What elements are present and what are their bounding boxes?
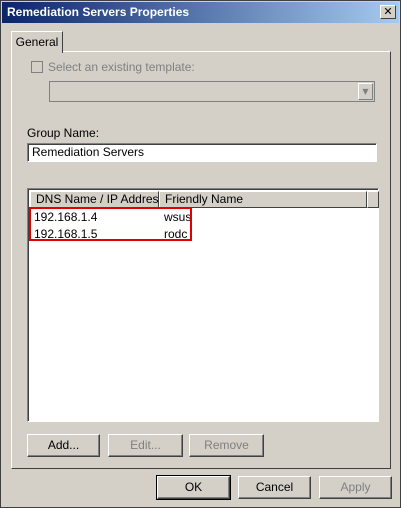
template-checkbox[interactable] <box>31 61 43 73</box>
properties-dialog: Remediation Servers Properties ✕ General… <box>0 0 401 508</box>
template-dropdown[interactable]: ▼ <box>49 81 375 102</box>
tab-general-label: General <box>15 35 59 49</box>
list-header: DNS Name / IP Address Friendly Name <box>30 191 379 208</box>
ok-button[interactable]: OK <box>156 475 231 500</box>
add-button[interactable]: Add... <box>27 434 100 457</box>
remove-button[interactable]: Remove <box>189 434 264 457</box>
column-header-friendly-name[interactable]: Friendly Name <box>159 191 367 208</box>
edit-button[interactable]: Edit... <box>108 434 183 457</box>
apply-button[interactable]: Apply <box>319 476 392 499</box>
group-name-label: Group Name: <box>27 126 100 140</box>
close-button[interactable]: ✕ <box>380 5 396 19</box>
group-name-field[interactable]: Remediation Servers <box>27 143 377 162</box>
cancel-button[interactable]: Cancel <box>238 476 311 499</box>
chevron-down-icon: ▼ <box>362 87 369 96</box>
tab-general[interactable]: General <box>11 31 63 53</box>
window-title: Remediation Servers Properties <box>7 5 190 19</box>
dropdown-arrow-button[interactable]: ▼ <box>358 83 373 100</box>
title-bar[interactable]: Remediation Servers Properties ✕ <box>2 2 399 23</box>
column-header-filler <box>367 191 379 208</box>
close-icon: ✕ <box>383 5 393 18</box>
template-checkbox-label: Select an existing template: <box>48 60 195 74</box>
annotation-highlight-box <box>29 207 192 241</box>
column-header-address[interactable]: DNS Name / IP Address <box>30 191 165 208</box>
